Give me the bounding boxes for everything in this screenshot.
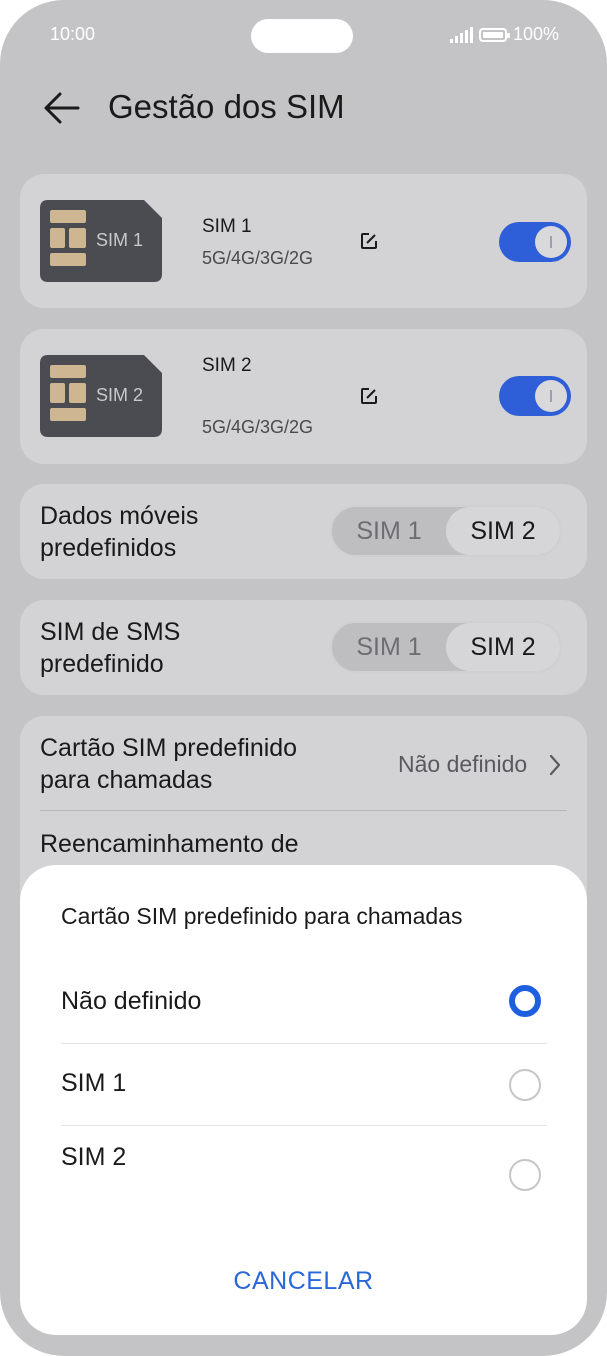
call-sim-sheet: Cartão SIM predefinido para chamadas Não… bbox=[20, 865, 587, 1335]
status-time: 10:00 bbox=[50, 24, 96, 44]
default-data-option-sim1[interactable]: SIM 1 bbox=[332, 507, 446, 555]
sim2-networks: 5G/4G/3G/2G bbox=[202, 417, 314, 437]
sheet-option-not-defined[interactable]: Não definido bbox=[20, 963, 587, 1043]
call-forwarding-label[interactable]: Reencaminhamento de bbox=[40, 828, 299, 860]
page-title: Gestão dos SIM bbox=[108, 88, 345, 125]
sim2-card: SIM 2 SIM 2 5G/4G/3G/2G bbox=[20, 329, 587, 464]
edit-icon[interactable] bbox=[360, 387, 378, 405]
sim-card-icon: SIM 2 bbox=[40, 355, 162, 437]
default-sms-card: SIM de SMS predefinido SIM 1 SIM 2 bbox=[20, 600, 587, 695]
sim1-card: SIM 1 SIM 1 5G/4G/3G/2G bbox=[20, 174, 587, 308]
status-right: 100% bbox=[449, 24, 559, 45]
battery-icon bbox=[478, 27, 510, 42]
app-header: Gestão dos SIM bbox=[0, 80, 607, 140]
radio-unselected-icon[interactable] bbox=[509, 1069, 541, 1101]
sim-card-text: SIM 2 bbox=[96, 385, 143, 405]
sheet-option-label: SIM 1 bbox=[61, 1069, 127, 1097]
signal-icon bbox=[449, 26, 473, 43]
default-sms-option-sim2[interactable]: SIM 2 bbox=[446, 623, 560, 671]
sheet-title: Cartão SIM predefinido para chamadas bbox=[61, 903, 463, 929]
radio-selected-icon[interactable] bbox=[509, 985, 541, 1017]
sheet-option-sim1[interactable]: SIM 1 bbox=[20, 1045, 587, 1125]
sim-card-text: SIM 1 bbox=[96, 230, 143, 250]
sheet-option-sim2[interactable]: SIM 2 bbox=[20, 1127, 587, 1207]
back-arrow-icon[interactable] bbox=[42, 88, 82, 128]
sim2-name: SIM 2 bbox=[202, 355, 252, 376]
sheet-option-label: Não definido bbox=[61, 987, 202, 1015]
divider bbox=[61, 1125, 547, 1126]
divider bbox=[40, 810, 567, 811]
battery-level: 100% bbox=[512, 24, 559, 44]
default-sms-option-sim1[interactable]: SIM 1 bbox=[332, 623, 446, 671]
chevron-right-icon bbox=[549, 754, 561, 776]
sheet-option-label: SIM 2 bbox=[61, 1143, 127, 1171]
default-calls-label: Cartão SIM predefinido para chamadas bbox=[40, 734, 298, 794]
sim1-networks: 5G/4G/3G/2G bbox=[202, 248, 314, 268]
cancel-button[interactable]: CANCELAR bbox=[20, 1267, 587, 1296]
status-bar: 10:00 100% bbox=[0, 0, 607, 70]
default-sms-label: SIM de SMS predefinido bbox=[40, 618, 181, 678]
camera-pill bbox=[251, 19, 353, 53]
default-data-label: Dados móveis predefinidos bbox=[40, 502, 199, 562]
default-data-option-sim2[interactable]: SIM 2 bbox=[446, 507, 560, 555]
divider bbox=[61, 1043, 547, 1044]
default-calls-value: Não definido bbox=[398, 751, 528, 777]
sim1-toggle[interactable] bbox=[499, 222, 571, 262]
edit-icon[interactable] bbox=[360, 232, 378, 250]
phone-screen: 10:00 100% Gestão dos SIM SIM 1 SIM 1 5G… bbox=[0, 0, 607, 1356]
default-sms-selector: SIM 1 SIM 2 bbox=[330, 621, 562, 673]
default-data-card: Dados móveis predefinidos SIM 1 SIM 2 bbox=[20, 484, 587, 579]
sim2-toggle[interactable] bbox=[499, 376, 571, 416]
radio-unselected-icon[interactable] bbox=[509, 1159, 541, 1191]
sim1-name: SIM 1 bbox=[202, 216, 252, 237]
sim-card-icon: SIM 1 bbox=[40, 200, 162, 282]
default-data-selector: SIM 1 SIM 2 bbox=[330, 505, 562, 557]
